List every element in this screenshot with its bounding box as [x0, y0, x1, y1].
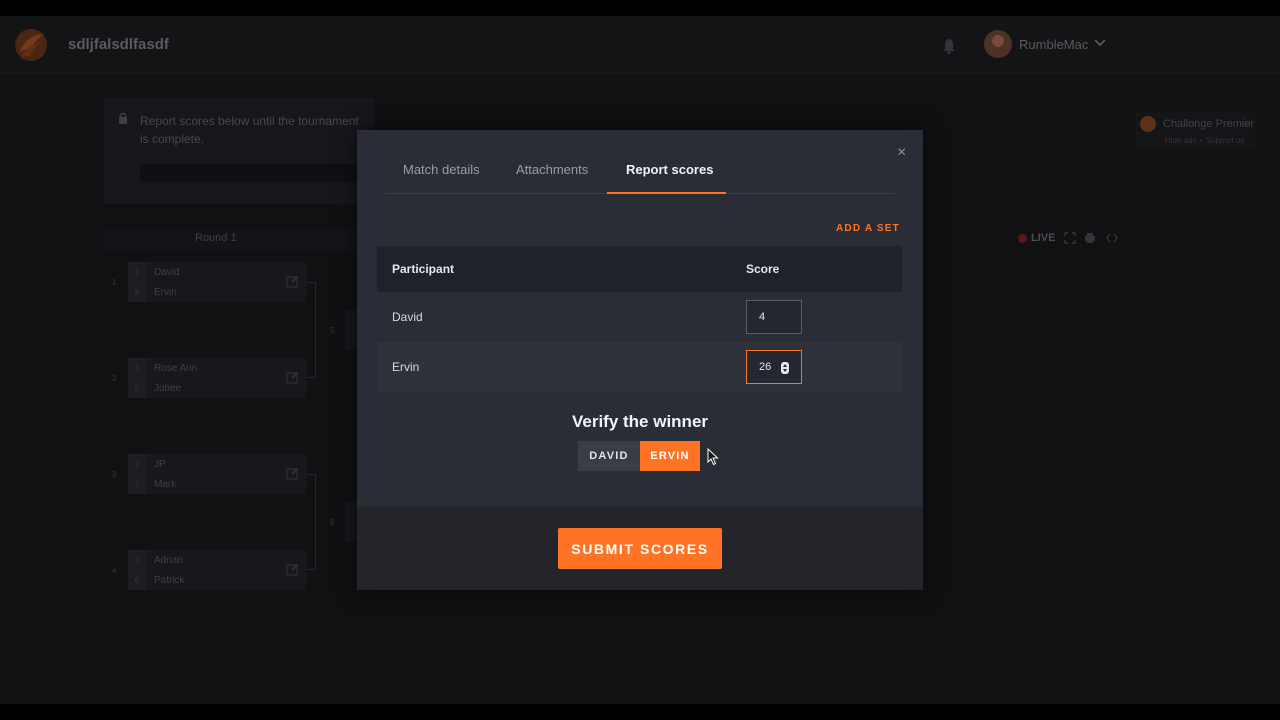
report-scores-modal: × Match details Attachments Report score…: [357, 130, 923, 590]
score-value: 4: [759, 311, 766, 323]
score-value: 26: [759, 361, 772, 373]
tab-attachments[interactable]: Attachments: [516, 162, 588, 177]
number-spinner-icon[interactable]: [781, 362, 789, 374]
table-header: Participant Score: [377, 246, 902, 292]
scores-table: Participant Score David 4 Ervin 26: [377, 246, 902, 392]
submit-scores-button[interactable]: SUBMIT SCORES: [558, 528, 722, 569]
participant-name: David: [392, 310, 423, 324]
winner-option-ervin[interactable]: ERVIN: [640, 441, 700, 471]
winner-toggle: DAVID ERVIN: [578, 441, 700, 471]
table-row: David 4: [377, 292, 902, 342]
modal-footer: SUBMIT SCORES: [357, 506, 923, 590]
table-row: Ervin 26: [377, 342, 902, 392]
mouse-pointer-icon: [707, 448, 719, 466]
column-header-score: Score: [746, 262, 780, 276]
score-input-david[interactable]: 4: [746, 300, 802, 334]
tab-report-scores[interactable]: Report scores: [626, 162, 713, 177]
add-set-button[interactable]: ADD A SET: [836, 223, 900, 234]
letterbox-bottom: [0, 704, 1280, 720]
winner-option-david[interactable]: DAVID: [578, 441, 640, 471]
participant-name: Ervin: [392, 360, 420, 374]
close-icon[interactable]: ×: [897, 144, 906, 162]
active-tab-indicator: [607, 192, 726, 194]
tab-match-details[interactable]: Match details: [403, 162, 480, 177]
letterbox-top: [0, 0, 1280, 16]
verify-winner-heading: Verify the winner: [571, 412, 709, 431]
modal-tabs: Match details Attachments Report scores: [385, 152, 895, 194]
score-input-ervin[interactable]: 26: [746, 350, 802, 384]
column-header-participant: Participant: [392, 262, 455, 276]
